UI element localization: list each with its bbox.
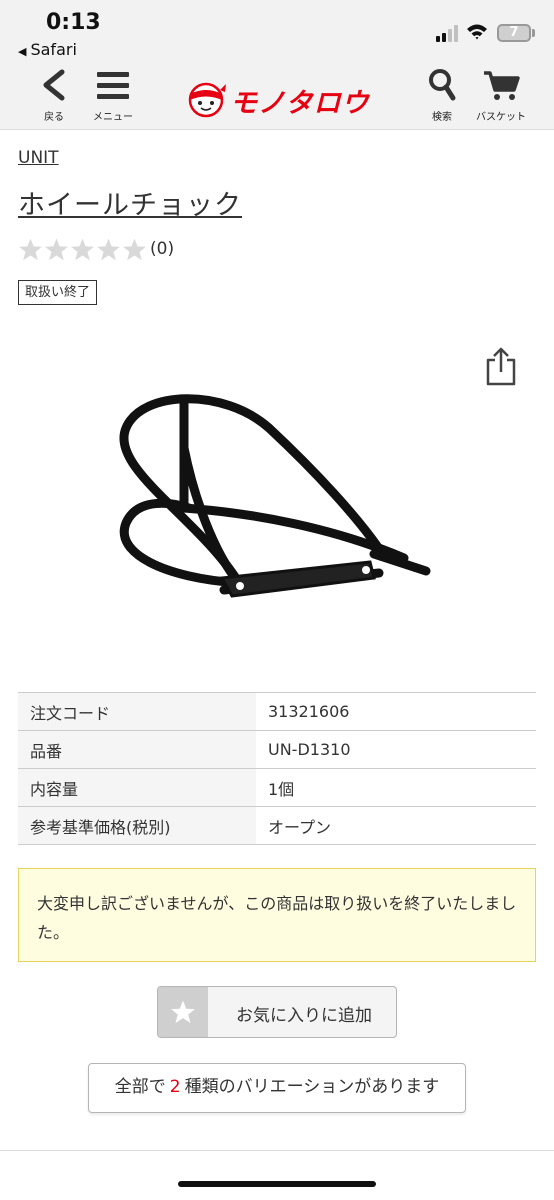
brand-link[interactable]: UNIT	[18, 148, 59, 168]
hamburger-menu-icon	[97, 72, 129, 99]
spec-table: 注文コード 31321606 品番 UN-D1310 内容量 1個 参考基準価格…	[18, 692, 536, 845]
spec-value: 31321606	[256, 692, 536, 731]
status-time: 0:13	[46, 10, 101, 35]
back-button[interactable]: 戻る	[38, 68, 70, 123]
spec-value: 1個	[256, 768, 536, 807]
spec-label: 品番	[18, 730, 256, 769]
monotaro-logo[interactable]: モノタロウ	[186, 78, 372, 119]
search-icon	[429, 69, 456, 101]
home-indicator[interactable]	[178, 1181, 376, 1187]
variations-suffix: 種類のバリエーションがあります	[184, 1077, 440, 1097]
basket-button[interactable]: バスケット	[470, 68, 532, 123]
spec-row-part-number: 品番 UN-D1310	[18, 730, 536, 769]
site-header: 戻る メニュー モノタロウ 検索 バスケット	[0, 64, 554, 130]
logo-text: モノタロウ	[230, 88, 370, 119]
section-divider	[0, 1150, 554, 1151]
battery-indicator: 7	[497, 24, 531, 42]
menu-label: メニュー	[93, 112, 133, 123]
shopping-cart-icon	[484, 71, 520, 100]
star-icon	[171, 1000, 195, 1024]
menu-button[interactable]: メニュー	[88, 68, 138, 123]
basket-label: バスケット	[476, 112, 526, 123]
variations-prefix: 全部で	[114, 1077, 166, 1097]
back-triangle-icon: ◀	[18, 45, 27, 58]
spec-label: 内容量	[18, 768, 256, 807]
spec-label: 注文コード	[18, 692, 256, 731]
star-empty-icon	[19, 238, 42, 260]
back-label: 戻る	[44, 112, 64, 123]
cellular-signal-icon	[436, 24, 462, 42]
product-image[interactable]	[104, 378, 444, 618]
search-button[interactable]: 検索	[424, 68, 460, 123]
back-to-app-link[interactable]: ◀ Safari	[18, 40, 77, 59]
spec-row-reference-price: 参考基準価格(税別) オープン	[18, 806, 536, 845]
star-empty-icon	[97, 238, 120, 260]
star-empty-icon	[123, 238, 146, 260]
spec-value: UN-D1310	[256, 730, 536, 769]
mascot-logo-icon	[188, 82, 226, 118]
spec-value: オープン	[256, 806, 536, 845]
variations-count: 2	[169, 1077, 181, 1097]
star-empty-icon	[71, 238, 94, 260]
share-icon[interactable]	[484, 346, 518, 386]
chevron-left-icon	[43, 69, 65, 101]
discontinued-badge: 取扱い終了	[18, 280, 98, 305]
status-bar: 0:13 ◀ Safari 7	[0, 0, 554, 64]
review-count[interactable]: (0)	[150, 239, 174, 259]
discontinued-notice: 大変申し訳ございませんが、この商品は取り扱いを終了いたしました。	[18, 868, 536, 962]
favorite-star-box	[158, 987, 208, 1037]
spec-row-order-code: 注文コード 31321606	[18, 692, 536, 731]
variations-button[interactable]: 全部で 2 種類のバリエーションがあります	[88, 1063, 466, 1113]
product-title[interactable]: ホイールチョック	[18, 183, 242, 222]
add-to-favorites-button[interactable]: お気に入りに追加	[157, 986, 397, 1038]
spec-row-quantity: 内容量 1個	[18, 768, 536, 807]
battery-tip	[532, 29, 535, 37]
search-label: 検索	[432, 112, 452, 123]
rating-stars[interactable]: (0)	[18, 236, 174, 262]
spec-label: 参考基準価格(税別)	[18, 806, 256, 845]
back-app-label: Safari	[30, 40, 77, 59]
star-empty-icon	[45, 238, 68, 260]
wifi-icon	[467, 24, 487, 40]
favorite-label: お気に入りに追加	[236, 1006, 372, 1026]
